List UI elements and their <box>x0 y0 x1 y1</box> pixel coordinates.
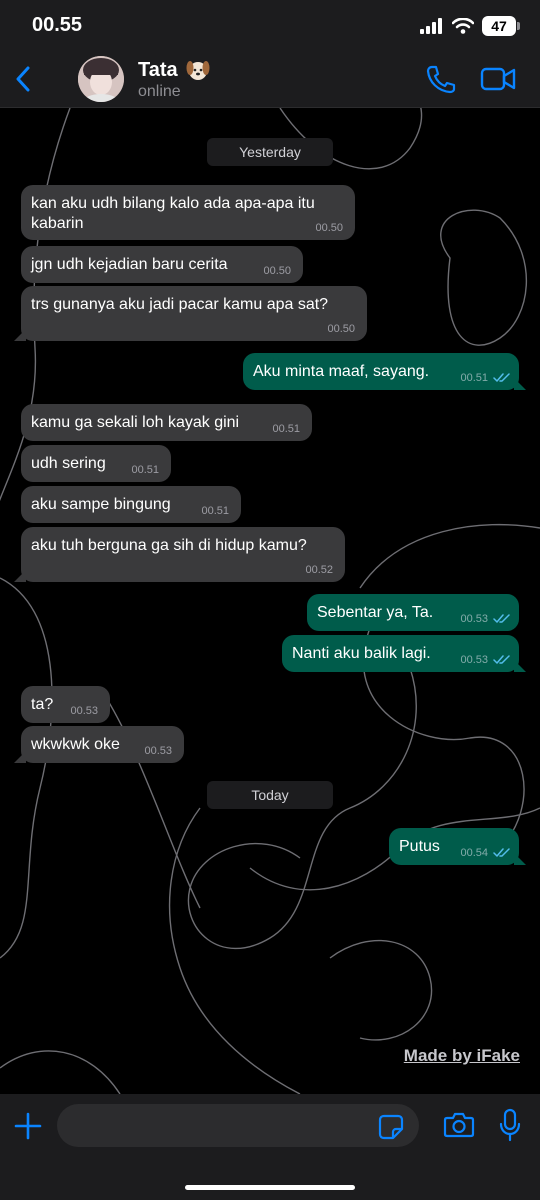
message-time: 00.51 <box>272 423 300 435</box>
message-bubble-incoming[interactable]: kamu ga sekali loh kayak gini 00.51 <box>21 404 312 441</box>
message-bubble-incoming[interactable]: jgn udh kejadian baru cerita 00.50 <box>21 246 303 283</box>
message-text: kamu ga sekali loh kayak gini <box>31 414 240 431</box>
contact-avatar[interactable] <box>78 56 124 102</box>
message-time: 00.54 <box>460 847 488 859</box>
video-camera-icon <box>480 67 516 91</box>
plus-icon <box>14 1112 42 1140</box>
back-button[interactable] <box>8 60 38 98</box>
message-time: 00.53 <box>460 613 488 625</box>
message-text: aku tuh berguna ga sih di hidup kamu? <box>31 537 307 554</box>
message-bubble-outgoing[interactable]: Aku minta maaf, sayang. 00.51 <box>243 353 526 390</box>
chevron-left-icon <box>16 66 30 92</box>
message-input-bar <box>0 1094 540 1200</box>
read-receipt-icon <box>493 373 510 382</box>
message-input[interactable] <box>57 1104 419 1147</box>
chat-header: Tata online <box>0 50 540 108</box>
message-time: 00.53 <box>70 705 98 717</box>
attach-button[interactable] <box>12 1110 44 1142</box>
message-bubble-incoming[interactable]: kan aku udh bilang kalo ada apa-apa itu … <box>21 185 355 240</box>
phone-icon <box>426 65 456 94</box>
status-bar: 00.55 47 <box>0 0 540 50</box>
message-bubble-incoming[interactable]: wkwkwk oke 00.53 <box>14 726 184 763</box>
avatar-image <box>78 56 124 102</box>
message-text: udh sering <box>31 455 106 472</box>
message-text: wkwkwk oke <box>31 736 120 753</box>
message-text: Nanti aku balik lagi. <box>292 645 431 662</box>
message-text: Aku minta maaf, sayang. <box>253 363 430 380</box>
message-text: Sebentar ya, Ta. <box>317 604 434 621</box>
watermark: Made by iFake <box>403 1046 520 1065</box>
message-bubble-incoming[interactable]: aku tuh berguna ga sih di hidup kamu? 00… <box>14 527 345 582</box>
battery-icon: 47 <box>482 16 520 36</box>
camera-icon <box>443 1112 475 1138</box>
read-receipt-icon <box>493 614 510 623</box>
sticker-button[interactable] <box>378 1114 404 1140</box>
date-label: Yesterday <box>239 144 301 160</box>
message-text: Putus <box>399 838 440 855</box>
read-receipt-icon <box>493 848 510 857</box>
status-time: 00.55 <box>32 14 83 36</box>
message-bubble-incoming[interactable]: aku sampe bingung 00.51 <box>21 486 241 523</box>
message-bubble-incoming[interactable]: ta? 00.53 <box>21 686 110 723</box>
message-text: trs gunanya aku jadi pacar kamu apa sat? <box>31 296 329 313</box>
message-time: 00.53 <box>144 745 172 757</box>
message-time: 00.53 <box>460 654 488 666</box>
message-bubble-incoming[interactable]: trs gunanya aku jadi pacar kamu apa sat?… <box>14 286 367 341</box>
signal-icon <box>420 18 442 34</box>
message-time: 00.51 <box>131 464 159 476</box>
message-bubble-outgoing[interactable]: Nanti aku balik lagi. 00.53 <box>282 635 526 672</box>
message-bubble-incoming[interactable]: udh sering 00.51 <box>21 445 171 482</box>
battery-level: 47 <box>491 18 507 34</box>
microphone-icon <box>499 1108 521 1142</box>
puppy-emoji-icon <box>186 61 210 80</box>
call-button[interactable] <box>424 64 456 94</box>
home-indicator[interactable] <box>185 1185 355 1190</box>
message-time: 00.51 <box>460 372 488 384</box>
message-time: 00.50 <box>327 323 355 335</box>
read-receipt-icon <box>493 655 510 664</box>
message-time: 00.50 <box>315 222 343 234</box>
message-text: ta? <box>31 696 54 713</box>
message-time: 00.51 <box>201 505 229 517</box>
date-separator-today: Today <box>207 781 333 809</box>
chat-area[interactable]: Yesterday kan aku udh bilang kalo ada ap… <box>0 108 540 1094</box>
date-separator-yesterday: Yesterday <box>207 138 333 166</box>
contact-status: online <box>138 83 181 100</box>
wifi-icon <box>452 18 474 34</box>
microphone-button[interactable] <box>498 1108 522 1142</box>
message-time: 00.52 <box>305 564 333 576</box>
camera-button[interactable] <box>443 1110 475 1140</box>
status-icons: 47 <box>420 15 520 37</box>
video-call-button[interactable] <box>480 66 516 92</box>
message-text: aku sampe bingung <box>31 496 171 513</box>
message-bubble-outgoing[interactable]: Sebentar ya, Ta. 00.53 <box>307 594 519 631</box>
message-time: 00.50 <box>263 265 291 277</box>
message-text: jgn udh kejadian baru cerita <box>31 256 228 273</box>
message-text: kan aku udh bilang kalo ada apa-apa itu … <box>31 195 315 232</box>
message-bubble-outgoing[interactable]: Putus 00.54 <box>389 828 526 865</box>
contact-name[interactable]: Tata <box>138 59 178 82</box>
date-label: Today <box>251 787 289 803</box>
sticker-icon <box>378 1114 404 1140</box>
